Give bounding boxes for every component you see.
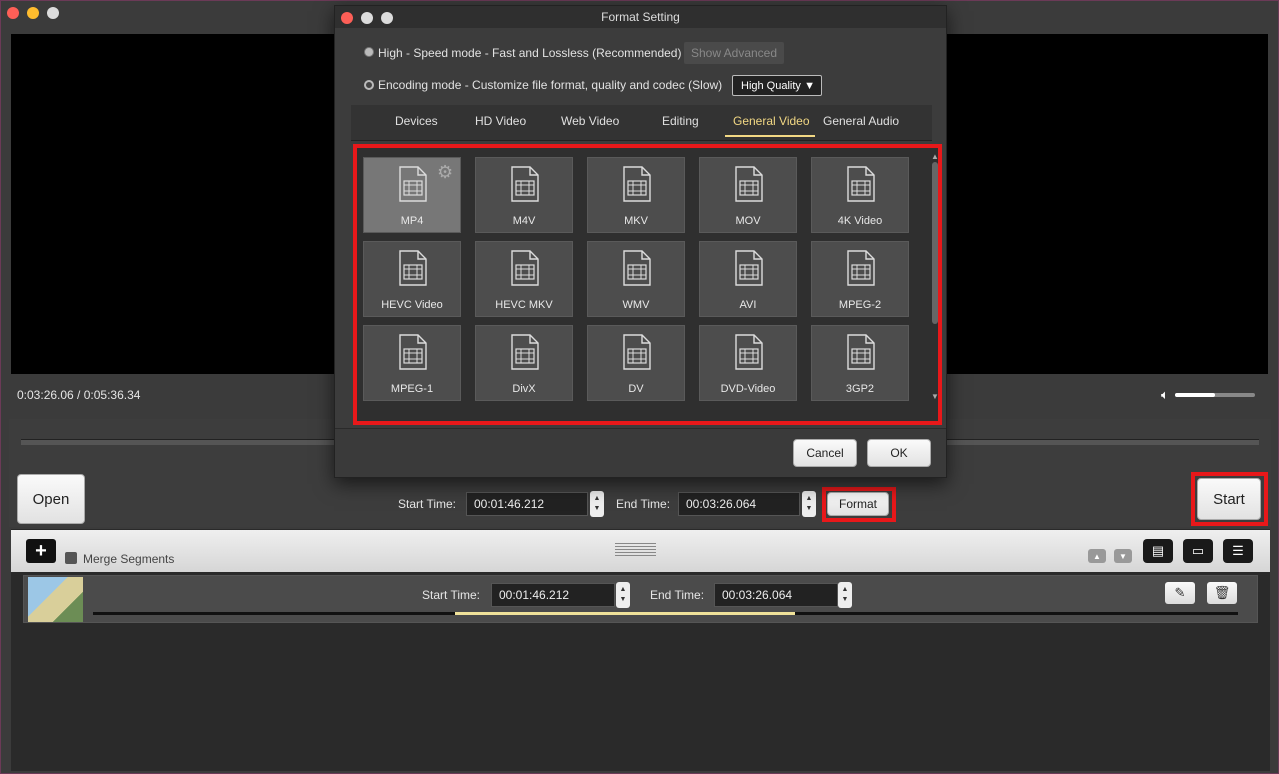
panel-resize-grip[interactable] (615, 543, 656, 557)
segment-end-stepper[interactable]: ▲ ▼ (838, 582, 852, 608)
segment-end-time-label: End Time: (650, 588, 705, 602)
show-advanced-button[interactable]: Show Advanced (684, 42, 784, 64)
segment-start-time-input[interactable]: 00:01:46.212 (491, 583, 615, 607)
move-down-icon[interactable]: ▼ (1114, 549, 1132, 563)
add-segment-button[interactable]: + (26, 539, 56, 563)
window-controls (7, 7, 59, 19)
open-button[interactable]: Open (17, 474, 85, 524)
tab-devices[interactable]: Devices (395, 114, 438, 128)
ok-button[interactable]: OK (867, 439, 931, 467)
start-button[interactable]: Start (1197, 478, 1261, 520)
video-settings-icon[interactable]: ▤ (1143, 539, 1173, 563)
start-time-input[interactable]: 00:01:46.212 (466, 492, 588, 516)
volume-slider[interactable] (1174, 393, 1255, 397)
tab-general-video[interactable]: General Video (733, 114, 810, 128)
segment-selection[interactable] (455, 612, 795, 615)
zoom-window-button[interactable] (47, 7, 59, 19)
app-window: 0:03:26.06 / 0:05:36.34 🔈︎ Open Start St… (0, 0, 1279, 774)
dialog-zoom-button[interactable] (381, 12, 393, 24)
encoding-mode-radio[interactable] (364, 80, 374, 90)
plus-icon: + (35, 539, 47, 562)
dialog-window-controls (341, 12, 393, 24)
merge-segments-label: Merge Segments (83, 552, 175, 566)
segment-end-time-input[interactable]: 00:03:26.064 (714, 583, 838, 607)
active-tab-underline (725, 135, 815, 137)
speaker-icon[interactable]: 🔈︎ (1161, 387, 1169, 403)
cancel-button[interactable]: Cancel (793, 439, 857, 467)
volume-control[interactable]: 🔈︎ (1161, 387, 1255, 403)
end-time-input[interactable]: 00:03:26.064 (678, 492, 800, 516)
move-up-icon[interactable]: ▲ (1088, 549, 1106, 563)
format-setting-dialog: Format Setting High - Speed mode - Fast … (334, 5, 947, 478)
tab-general-audio[interactable]: General Audio (823, 114, 899, 128)
volume-fill (1174, 393, 1215, 397)
segment-tools: ▤ ▭ ☰ (1143, 539, 1253, 563)
dropdown-arrow-icon: ▼ (804, 79, 815, 92)
format-grid-highlight-box (353, 144, 942, 425)
encoding-mode-label: Encoding mode - Customize file format, q… (378, 78, 723, 92)
segment-start-time-label: Start Time: (422, 588, 481, 602)
start-time-label: Start Time: (398, 497, 457, 511)
playback-time: 0:03:26.06 / 0:05:36.34 (17, 388, 141, 402)
list-menu-icon[interactable]: ☰ (1223, 539, 1253, 563)
dialog-title: Format Setting (335, 6, 946, 28)
high-speed-mode-label: High - Speed mode - Fast and Lossless (R… (378, 46, 682, 60)
high-speed-mode-radio[interactable] (364, 47, 374, 57)
output-folder-icon[interactable]: ▭ (1183, 539, 1213, 563)
dialog-close-button[interactable] (341, 12, 353, 24)
tab-web-video[interactable]: Web Video (561, 114, 619, 128)
end-time-stepper[interactable]: ▲ ▼ (802, 491, 816, 517)
tab-editing[interactable]: Editing (662, 114, 699, 128)
segment-order-controls: ▲ ▼ (1088, 549, 1132, 563)
dialog-minimize-button[interactable] (361, 12, 373, 24)
edit-segment-icon[interactable]: ✎ (1165, 582, 1195, 604)
segment-start-stepper[interactable]: ▲ ▼ (616, 582, 630, 608)
delete-segment-icon[interactable]: 🗑︎ (1207, 582, 1237, 604)
segment-thumbnail (28, 577, 83, 622)
minimize-window-button[interactable] (27, 7, 39, 19)
segment-row[interactable] (23, 575, 1258, 623)
format-button[interactable]: Format (827, 492, 889, 516)
start-time-stepper[interactable]: ▲ ▼ (590, 491, 604, 517)
close-window-button[interactable] (7, 7, 19, 19)
end-time-label: End Time: (616, 497, 671, 511)
quality-dropdown[interactable]: High Quality ▼ (732, 75, 822, 96)
tab-hd-video[interactable]: HD Video (475, 114, 526, 128)
quality-value: High Quality (741, 79, 801, 92)
merge-segments-checkbox[interactable] (65, 552, 77, 564)
